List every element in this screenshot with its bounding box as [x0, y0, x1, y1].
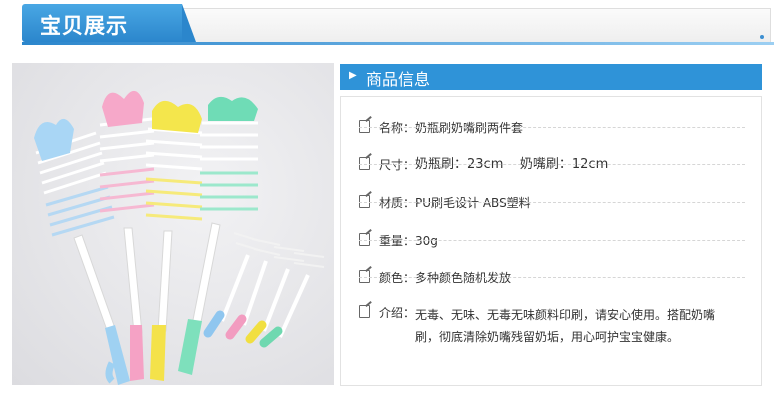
nipple-brushes — [203, 232, 325, 348]
edit-note-icon — [359, 233, 370, 246]
product-info-box: 名称： 奶瓶刷奶嘴刷两件套 尺寸： 奶瓶刷：23cm 奶嘴刷：12cm 材质： … — [340, 96, 762, 386]
row-label: 介绍： — [379, 306, 416, 320]
banner-tab: 宝贝展示 — [22, 4, 196, 42]
banner-underline — [22, 42, 774, 45]
edit-note-icon — [359, 305, 370, 318]
info-header: ▶ 商品信息 — [340, 64, 762, 90]
row-description: 无毒、无味、无毒无味颜料印刷，请安心使用。搭配奶嘴刷，彻底清除奶嘴残留奶垢，用心… — [415, 308, 716, 344]
brush-illustration — [34, 90, 325, 385]
edit-note-icon — [359, 157, 370, 170]
row-value: PU刷毛设计 ABS塑料 — [415, 196, 531, 210]
row-value: 30g — [415, 234, 438, 248]
row-label: 材质： — [379, 196, 416, 210]
product-photo — [12, 63, 334, 385]
info-header-title: 商品信息 — [366, 70, 431, 89]
banner-bar — [172, 8, 771, 44]
row-value: 多种颜色随机发放 — [415, 271, 512, 285]
row-label: 重量： — [379, 234, 416, 248]
banner-dot — [760, 35, 764, 39]
edit-note-icon — [359, 270, 370, 283]
row-value: 奶瓶刷奶嘴刷两件套 — [415, 121, 524, 135]
row-value: 奶瓶刷：23cm 奶嘴刷：12cm — [415, 157, 609, 172]
row-label: 名称： — [379, 121, 416, 135]
section-banner: 宝贝展示 — [22, 4, 774, 45]
row-label: 颜色： — [379, 271, 416, 285]
row-label: 尺寸： — [379, 158, 416, 172]
edit-note-icon — [359, 195, 370, 208]
banner-title: 宝贝展示 — [40, 14, 128, 38]
edit-note-icon — [359, 120, 370, 133]
play-arrow-icon: ▶ — [349, 70, 357, 81]
